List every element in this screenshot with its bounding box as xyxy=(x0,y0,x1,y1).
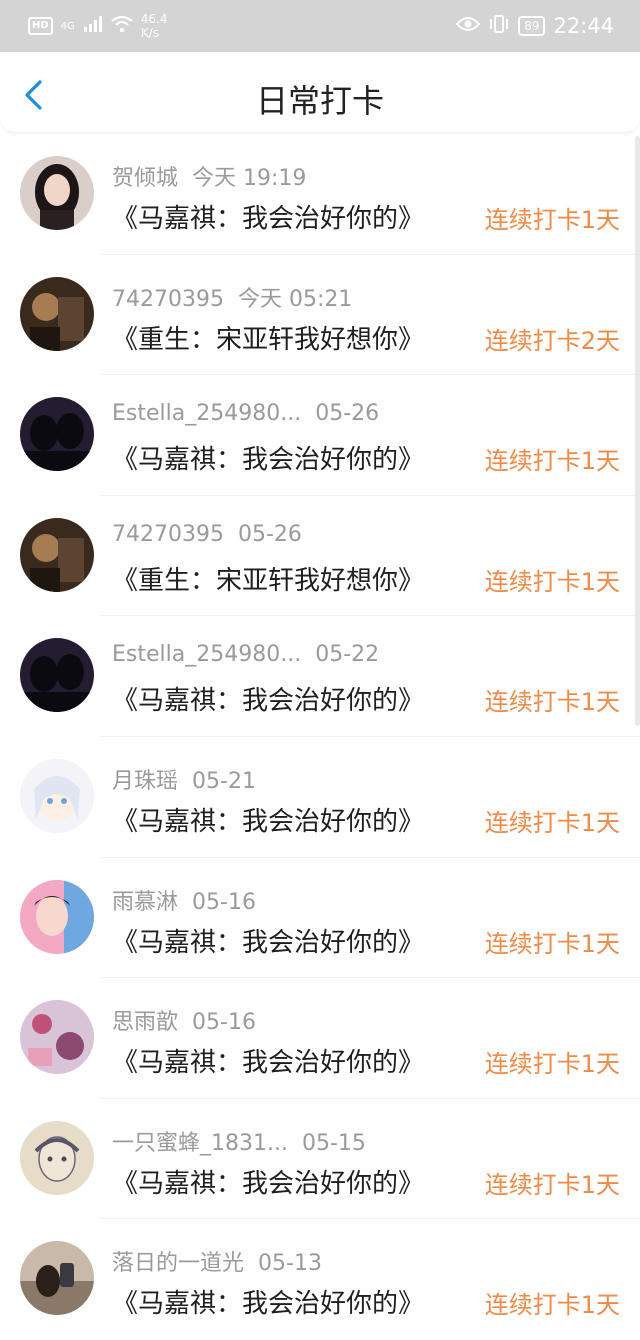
user-name[interactable]: 思雨歆 xyxy=(112,1010,178,1035)
book-title[interactable]: 《马嘉祺：我会治好你的》 xyxy=(112,1283,424,1320)
streak-label: 连续打卡2天 xyxy=(484,326,620,355)
battery-icon: 89 xyxy=(518,16,546,36)
list-item[interactable]: 74270395 05-26 《重生：宋亚轩我好想你》 连续打卡1天 xyxy=(0,496,640,617)
network-label: 4G xyxy=(60,20,75,32)
book-title[interactable]: 《马嘉祺：我会治好你的》 xyxy=(112,922,424,959)
list-item[interactable]: 思雨歆 05-16 《马嘉祺：我会治好你的》 连续打卡1天 xyxy=(0,978,640,1099)
streak-label: 连续打卡1天 xyxy=(484,1291,620,1320)
streak-label: 连续打卡1天 xyxy=(484,688,620,717)
avatar[interactable] xyxy=(20,397,94,472)
status-left: HD 4G 46.4 K/s xyxy=(28,12,168,40)
user-meta: 雨慕淋 05-16 xyxy=(112,884,256,916)
list-item[interactable]: 雨慕淋 05-16 《马嘉祺：我会治好你的》 连续打卡1天 xyxy=(0,858,640,979)
avatar[interactable] xyxy=(20,638,94,713)
checkin-list: 贺倾城 今天 19:19 《马嘉祺：我会治好你的》 连续打卡1天 74270395… xyxy=(0,134,640,1340)
avatar[interactable] xyxy=(20,156,94,230)
list-item[interactable]: 74270395 今天 05:21 《重生：宋亚轩我好想你》 连续打卡2天 xyxy=(0,255,640,376)
checkin-date: 05-16 xyxy=(192,889,256,915)
book-title[interactable]: 《马嘉祺：我会治好你的》 xyxy=(112,1163,424,1200)
user-name[interactable]: 贺倾城 xyxy=(112,166,178,191)
streak-label: 连续打卡1天 xyxy=(484,929,620,958)
checkin-date: 05-26 xyxy=(237,521,302,547)
book-title[interactable]: 《重生：宋亚轩我好想你》 xyxy=(112,560,424,597)
user-meta: 74270395 今天 05:21 xyxy=(112,281,352,313)
streak-label: 连续打卡1天 xyxy=(484,567,620,596)
user-meta: 一只蜜蜂_1831... 05-15 xyxy=(112,1125,366,1157)
user-name[interactable]: Estella_254980... xyxy=(112,401,301,426)
streak-label: 连续打卡1天 xyxy=(484,447,620,476)
avatar[interactable] xyxy=(20,1120,94,1195)
checkin-date: 05-16 xyxy=(192,1010,256,1036)
list-item[interactable]: 贺倾城 今天 19:19 《马嘉祺：我会治好你的》 连续打卡1天 xyxy=(0,134,640,255)
user-name[interactable]: 落日的一道光 xyxy=(112,1251,244,1276)
user-name[interactable]: 月珠瑶 xyxy=(112,769,178,794)
user-meta: 74270395 05-26 xyxy=(112,522,302,547)
speed-unit: K/s xyxy=(140,26,159,40)
book-title[interactable]: 《马嘉祺：我会治好你的》 xyxy=(112,680,424,717)
network-speed: 46.4 K/s xyxy=(141,12,168,40)
streak-label: 连续打卡1天 xyxy=(484,1050,620,1079)
user-meta: 思雨歆 05-16 xyxy=(112,1004,256,1036)
clock: 22:44 xyxy=(553,14,614,38)
streak-label: 连续打卡1天 xyxy=(484,808,620,837)
list-item[interactable]: 月珠瑶 05-21 《马嘉祺：我会治好你的》 连续打卡1天 xyxy=(0,737,640,858)
checkin-date: 05-13 xyxy=(258,1251,322,1277)
avatar[interactable] xyxy=(20,1000,94,1075)
checkin-date: 今天 05:21 xyxy=(237,286,353,312)
user-name[interactable]: 74270395 xyxy=(112,287,224,312)
user-name[interactable]: 一只蜜蜂_1831... xyxy=(112,1131,288,1156)
status-right: 89 22:44 xyxy=(455,14,614,38)
user-name[interactable]: Estella_254980... xyxy=(112,642,301,667)
book-title[interactable]: 《马嘉祺：我会治好你的》 xyxy=(112,198,424,235)
user-meta: Estella_254980... 05-26 xyxy=(112,401,379,426)
book-title[interactable]: 《马嘉祺：我会治好你的》 xyxy=(112,1042,424,1079)
scrollbar[interactable] xyxy=(635,136,640,726)
avatar[interactable] xyxy=(20,276,94,351)
streak-label: 连续打卡1天 xyxy=(484,206,620,234)
checkin-date: 05-22 xyxy=(315,642,380,668)
checkin-date: 05-26 xyxy=(315,401,380,427)
checkin-date: 05-21 xyxy=(192,768,256,794)
nav-header: 日常打卡 xyxy=(0,52,640,132)
avatar[interactable] xyxy=(20,758,94,833)
checkin-date: 05-15 xyxy=(301,1130,366,1156)
list-item[interactable]: Estella_254980... 05-26 《马嘉祺：我会治好你的》 连续打卡… xyxy=(0,375,640,496)
user-name[interactable]: 74270395 xyxy=(112,522,224,547)
checkin-date: 今天 19:19 xyxy=(192,166,307,191)
eye-icon xyxy=(455,16,481,36)
user-meta: 落日的一道光 05-13 xyxy=(112,1245,322,1277)
avatar[interactable] xyxy=(20,517,94,592)
user-meta: 贺倾城 今天 19:19 xyxy=(112,160,306,192)
user-meta: Estella_254980... 05-22 xyxy=(112,642,379,667)
status-bar: HD 4G 46.4 K/s 89 22:44 xyxy=(0,0,640,52)
avatar[interactable] xyxy=(20,879,94,954)
speed-value: 46.4 xyxy=(140,12,168,26)
avatar[interactable] xyxy=(20,1241,94,1316)
user-name[interactable]: 雨慕淋 xyxy=(112,890,178,915)
hd-badge: HD xyxy=(28,17,53,35)
vibrate-icon xyxy=(488,14,510,38)
wifi-icon xyxy=(111,15,133,37)
user-meta: 月珠瑶 05-21 xyxy=(112,763,256,795)
list-item[interactable]: 落日的一道光 05-13 《马嘉祺：我会治好你的》 连续打卡1天 xyxy=(0,1219,640,1340)
book-title[interactable]: 《马嘉祺：我会治好你的》 xyxy=(112,439,424,476)
streak-label: 连续打卡1天 xyxy=(484,1170,620,1199)
list-item[interactable]: 一只蜜蜂_1831... 05-15 《马嘉祺：我会治好你的》 连续打卡1天 xyxy=(0,1099,640,1220)
book-title[interactable]: 《重生：宋亚轩我好想你》 xyxy=(112,319,424,356)
book-title[interactable]: 《马嘉祺：我会治好你的》 xyxy=(112,801,424,838)
list-item[interactable]: Estella_254980... 05-22 《马嘉祺：我会治好你的》 连续打卡… xyxy=(0,616,640,737)
signal-icon xyxy=(83,16,103,36)
page-title: 日常打卡 xyxy=(255,82,384,120)
